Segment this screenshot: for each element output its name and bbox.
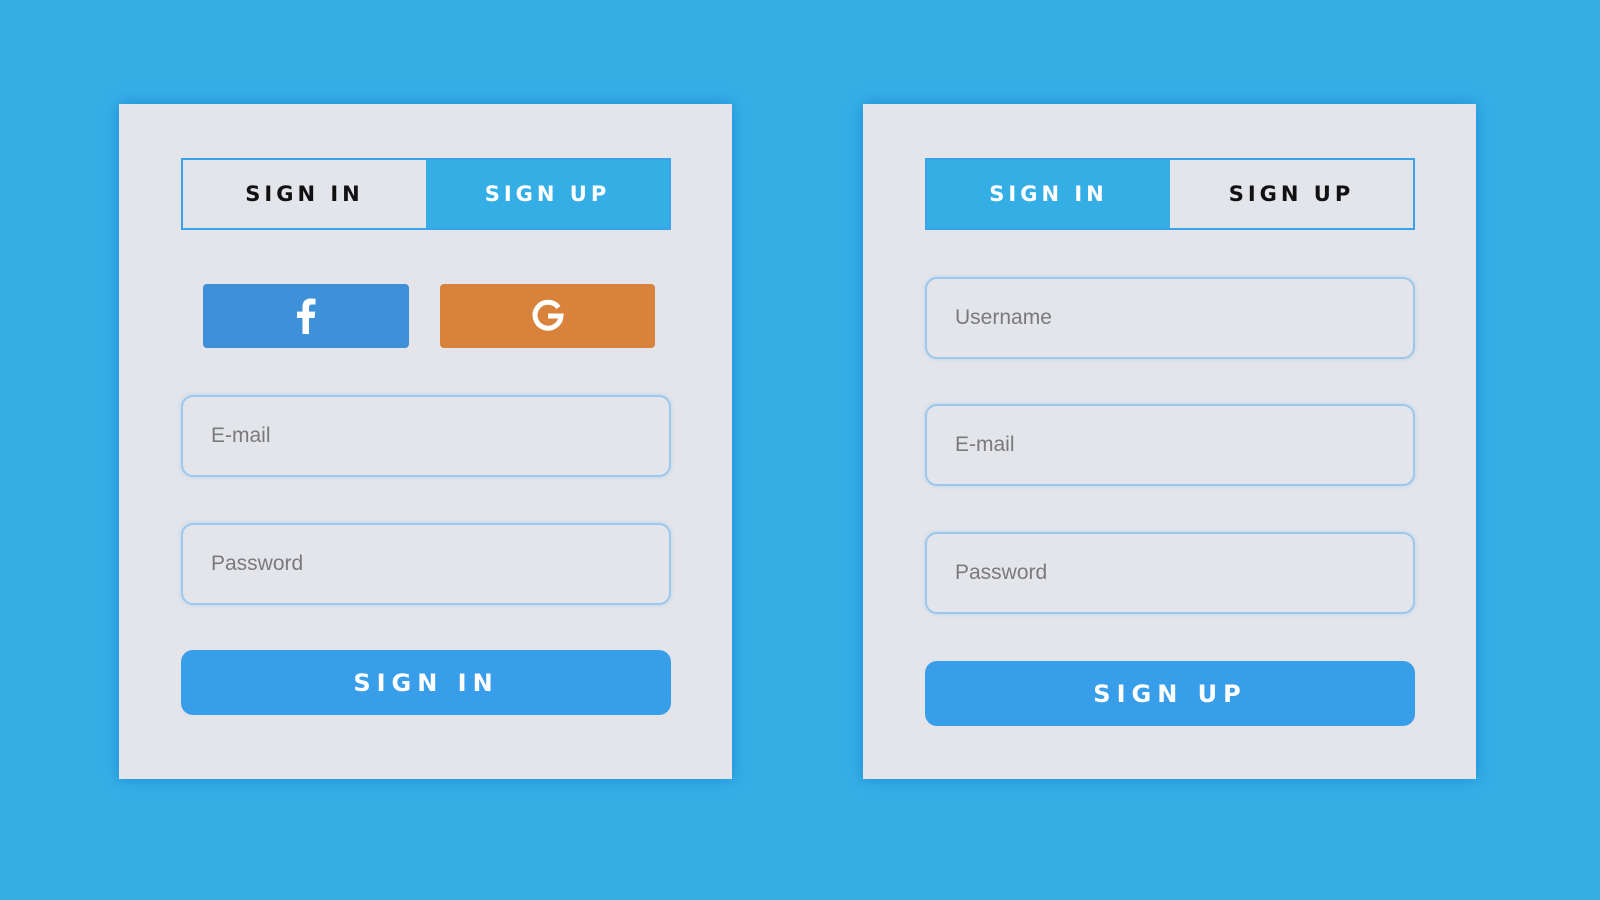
tab-sign-in[interactable]: SIGN IN — [183, 160, 426, 228]
sign-in-button[interactable]: SIGN IN — [181, 650, 671, 715]
sign-up-button[interactable]: SIGN UP — [925, 661, 1415, 726]
signin-card: SIGN IN SIGN UP SIGN IN — [119, 104, 732, 779]
google-login-button[interactable] — [440, 284, 655, 348]
facebook-login-button[interactable] — [203, 284, 409, 348]
tab-sign-in[interactable]: SIGN IN — [927, 160, 1170, 228]
signup-username-input[interactable] — [925, 277, 1415, 359]
signin-card-tabs: SIGN IN SIGN UP — [181, 158, 671, 230]
signin-password-input[interactable] — [181, 523, 671, 605]
signup-card: SIGN IN SIGN UP SIGN UP — [863, 104, 1476, 779]
signup-card-tabs: SIGN IN SIGN UP — [925, 158, 1415, 230]
google-icon — [531, 299, 565, 333]
signup-password-input[interactable] — [925, 532, 1415, 614]
signin-email-input[interactable] — [181, 395, 671, 477]
tab-sign-up[interactable]: SIGN UP — [1170, 160, 1413, 228]
signup-email-input[interactable] — [925, 404, 1415, 486]
facebook-icon — [296, 298, 316, 334]
tab-sign-up[interactable]: SIGN UP — [426, 160, 669, 228]
